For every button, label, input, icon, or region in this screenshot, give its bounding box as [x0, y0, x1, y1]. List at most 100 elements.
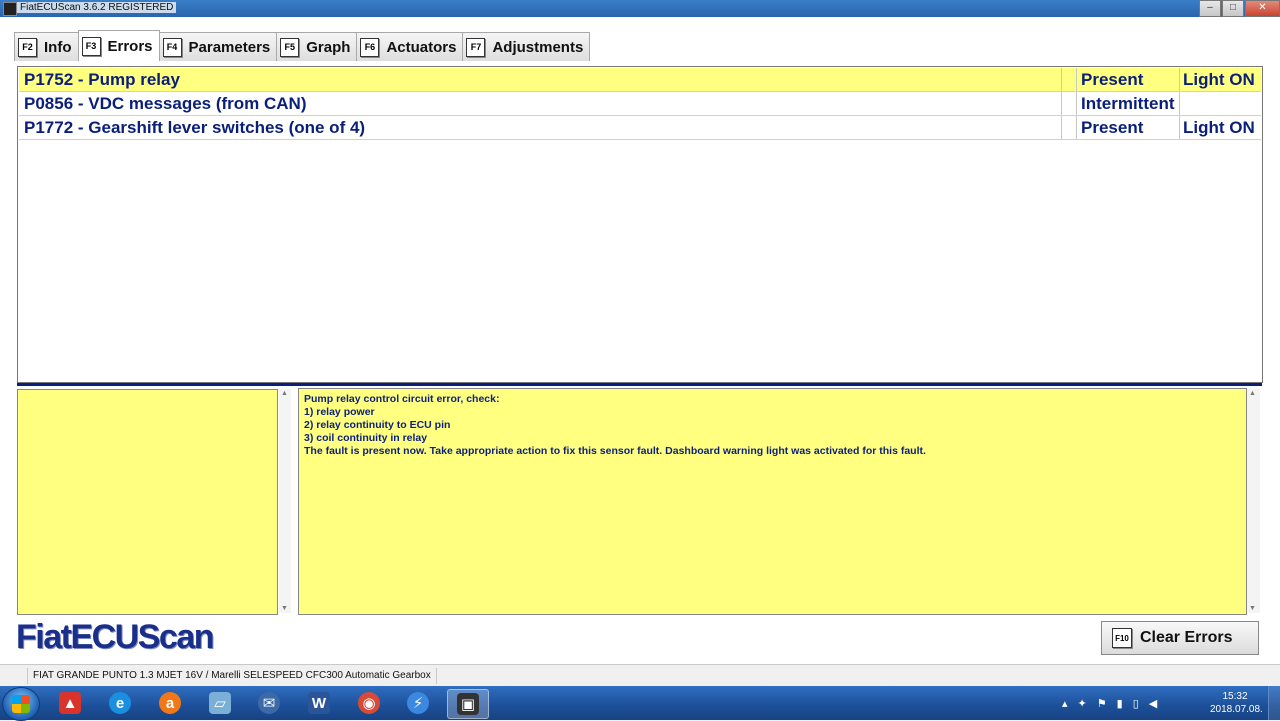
error-status: Intermittent	[1081, 94, 1175, 113]
clear-errors-label: Clear Errors	[1140, 629, 1233, 646]
tab-label: Errors	[107, 37, 153, 55]
app-icon	[3, 2, 17, 16]
show-desktop-button[interactable]	[1268, 686, 1280, 720]
tab-parameters[interactable]: F4 Parameters	[158, 32, 278, 61]
taskbar-app[interactable]: e	[100, 689, 140, 717]
status-bar: FIAT GRANDE PUNTO 1.3 MJET 16V / Marelli…	[0, 664, 1280, 687]
f4-key-icon: F4	[162, 37, 182, 57]
column-divider	[1061, 92, 1062, 115]
start-button[interactable]	[2, 687, 40, 721]
error-description: P1752 - Pump relay	[24, 70, 180, 89]
tray-network-icon[interactable]: ▮	[1117, 697, 1123, 710]
thunderbird-icon: ✉	[258, 692, 280, 714]
details-line: The fault is present now. Take appropria…	[304, 445, 926, 457]
clock-time: 15:32	[1222, 691, 1248, 702]
f2-key-icon: F2	[18, 37, 37, 57]
tab-graph[interactable]: F5 Graph	[276, 32, 358, 61]
title-bar: FiatECUScan 3.6.2 REGISTERED – □ ✕	[0, 0, 1280, 17]
internet-explorer-icon: e	[109, 692, 131, 714]
clock[interactable]: 15:32 2018.07.08.	[1210, 690, 1263, 716]
error-status: Present	[1081, 70, 1144, 89]
error-list: P1752 - Pump relay Present Light ON P085…	[17, 66, 1263, 383]
column-divider	[1076, 92, 1077, 115]
taskbar-app[interactable]: ▱	[200, 689, 240, 717]
tray-battery-icon[interactable]: ▯	[1133, 697, 1139, 710]
windows-logo-icon	[12, 695, 30, 713]
main-area: F2 Info F3 Errors F4 Parameters F5 Graph…	[0, 17, 1280, 664]
scroll-up-icon[interactable]: ▲	[281, 390, 288, 397]
system-tray: ▴ ✦ ⚑ ▮ ▯ ◀	[1062, 686, 1167, 720]
window-controls: – □ ✕	[1198, 0, 1280, 17]
error-row[interactable]: P1752 - Pump relay Present Light ON	[19, 68, 1261, 92]
error-details-panel: Pump relay control circuit error, check:…	[298, 388, 1247, 615]
tab-bar: F2 Info F3 Errors F4 Parameters F5 Graph…	[14, 30, 591, 61]
close-button[interactable]: ✕	[1245, 0, 1280, 17]
column-divider	[1179, 68, 1180, 91]
taskbar-app[interactable]: ▲	[50, 689, 90, 717]
details-line: 3) coil continuity in relay	[304, 432, 428, 444]
tab-label: Adjustments	[492, 38, 584, 56]
column-divider	[1061, 68, 1062, 91]
vehicle-info: FIAT GRANDE PUNTO 1.3 MJET 16V / Marelli…	[27, 668, 437, 684]
error-description: P0856 - VDC messages (from CAN)	[24, 94, 307, 113]
column-divider	[1179, 116, 1180, 139]
tab-errors[interactable]: F3 Errors	[77, 30, 160, 61]
f3-key-icon: F3	[81, 36, 101, 56]
taskbar-app-active[interactable]: ▣	[447, 689, 489, 719]
f6-key-icon: F6	[360, 37, 380, 57]
taskbar-app[interactable]: ✉	[249, 689, 289, 717]
tray-volume-icon[interactable]: ◀	[1149, 697, 1157, 710]
error-light: Light ON	[1183, 118, 1255, 137]
tab-label: Graph	[306, 38, 351, 56]
fiatecuscan-icon: ▣	[457, 693, 479, 715]
tray-flag-icon[interactable]: ⚑	[1097, 697, 1107, 710]
error-description: P1772 - Gearshift lever switches (one of…	[24, 118, 366, 137]
taskbar-app[interactable]: ◉	[349, 689, 389, 717]
chrome-icon: ◉	[358, 692, 380, 714]
tab-actuators[interactable]: F6 Actuators	[356, 32, 464, 61]
maximize-button[interactable]: □	[1222, 0, 1244, 17]
column-divider	[1076, 116, 1077, 139]
app-icon-red: ▲	[59, 692, 81, 714]
scroll-down-icon[interactable]: ▼	[1249, 605, 1256, 612]
error-row[interactable]: P0856 - VDC messages (from CAN) Intermit…	[19, 92, 1261, 116]
word-icon: W	[308, 692, 330, 714]
taskbar-app[interactable]: W	[299, 689, 339, 717]
f7-key-icon: F7	[466, 37, 486, 57]
details-line: 2) relay continuity to ECU pin	[304, 419, 451, 431]
tray-app-icon[interactable]: ✦	[1078, 697, 1087, 710]
taskbar: ▲ e a ▱ ✉ W ◉ ⚡ ▣ ▴ ✦ ⚑ ▮ ▯ ◀ 15:32 2018…	[0, 686, 1280, 721]
taskbar-app[interactable]: ⚡	[398, 689, 438, 717]
minimize-button[interactable]: –	[1199, 0, 1221, 17]
error-status: Present	[1081, 118, 1144, 137]
tab-adjustments[interactable]: F7 Adjustments	[462, 32, 591, 61]
scroll-up-icon[interactable]: ▲	[1249, 390, 1256, 397]
error-row[interactable]: P1772 - Gearshift lever switches (one of…	[19, 116, 1261, 140]
avast-icon: a	[159, 692, 181, 714]
scroll-down-icon[interactable]: ▼	[281, 605, 288, 612]
f5-key-icon: F5	[280, 37, 300, 57]
tab-info[interactable]: F2 Info	[14, 32, 79, 61]
details-line: 1) relay power	[304, 406, 375, 418]
column-divider	[1179, 92, 1180, 115]
freeze-frame-panel	[17, 389, 278, 615]
window-title: FiatECUScan 3.6.2 REGISTERED	[17, 2, 177, 13]
column-divider	[1076, 68, 1077, 91]
tab-label: Info	[44, 38, 72, 56]
lightning-icon: ⚡	[407, 692, 429, 714]
clock-date: 2018.07.08.	[1210, 704, 1263, 715]
details-scrollbar[interactable]: ▲ ▼	[1247, 389, 1260, 613]
error-light: Light ON	[1183, 70, 1255, 89]
clear-errors-button[interactable]: F10 Clear Errors	[1101, 621, 1259, 655]
column-divider	[1061, 116, 1062, 139]
left-scrollbar[interactable]: ▲ ▼	[279, 389, 291, 613]
f10-key-icon: F10	[1112, 628, 1132, 648]
tab-label: Parameters	[188, 38, 271, 56]
files-icon: ▱	[209, 692, 231, 714]
fiatecuscan-logo: FiatECUScan	[16, 618, 215, 656]
tray-expand-icon[interactable]: ▴	[1062, 697, 1068, 710]
taskbar-app[interactable]: a	[150, 689, 190, 717]
tab-label: Actuators	[386, 38, 457, 56]
panel-divider	[17, 383, 1262, 386]
details-line: Pump relay control circuit error, check:	[304, 393, 500, 405]
